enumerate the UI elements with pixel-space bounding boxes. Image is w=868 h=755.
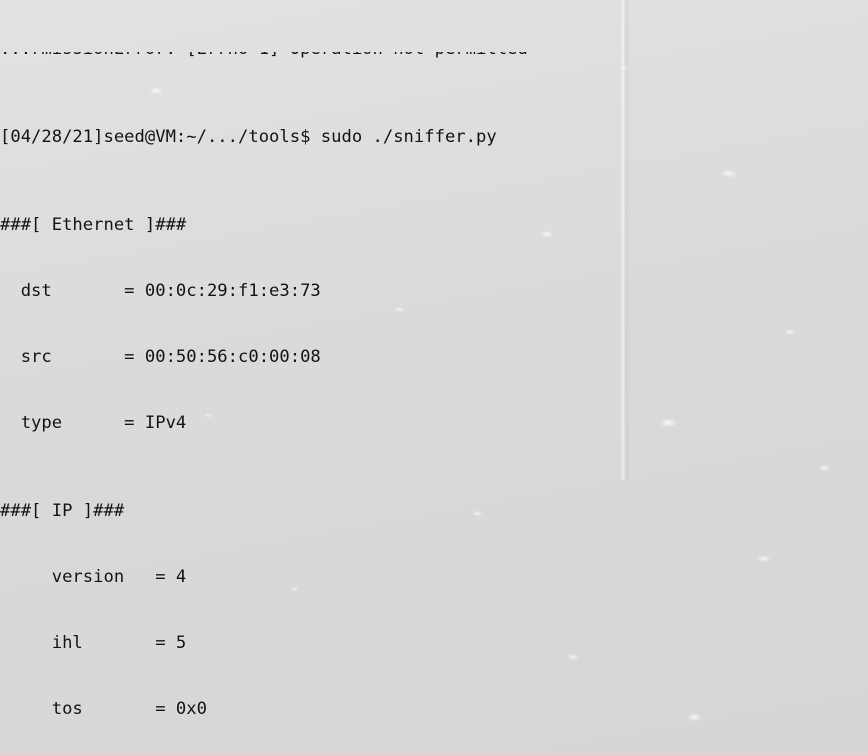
layer-header-ethernet-top: ###[ Ethernet ]###: [0, 215, 187, 235]
terminal-prompt-line: [04/28/21]seed@VM:~/.../tools$ sudo ./sn…: [0, 126, 868, 148]
terminal-line-error-clipped: ...rmissionError: [Errno 1] Operation no…: [0, 52, 868, 60]
field-ip-ihl: ihl = 5: [0, 633, 187, 653]
terminal-output[interactable]: ...rmissionError: [Errno 1] Operation no…: [0, 0, 868, 755]
prompt-and-command: [04/28/21]seed@VM:~/.../tools$ sudo ./sn…: [0, 127, 497, 147]
field-ip-tos: tos = 0x0: [0, 699, 207, 719]
desktop-screen: ...rmissionError: [Errno 1] Operation no…: [0, 0, 868, 755]
field-ethernet-dst: dst = 00:0c:29:f1:e3:73: [0, 281, 321, 301]
field-ethernet-src: src = 00:50:56:c0:00:08: [0, 347, 321, 367]
field-ip-version: version = 4: [0, 567, 187, 587]
layer-header-ip: ###[ IP ]###: [0, 501, 125, 521]
field-ethernet-type: type = IPv4: [0, 413, 187, 433]
